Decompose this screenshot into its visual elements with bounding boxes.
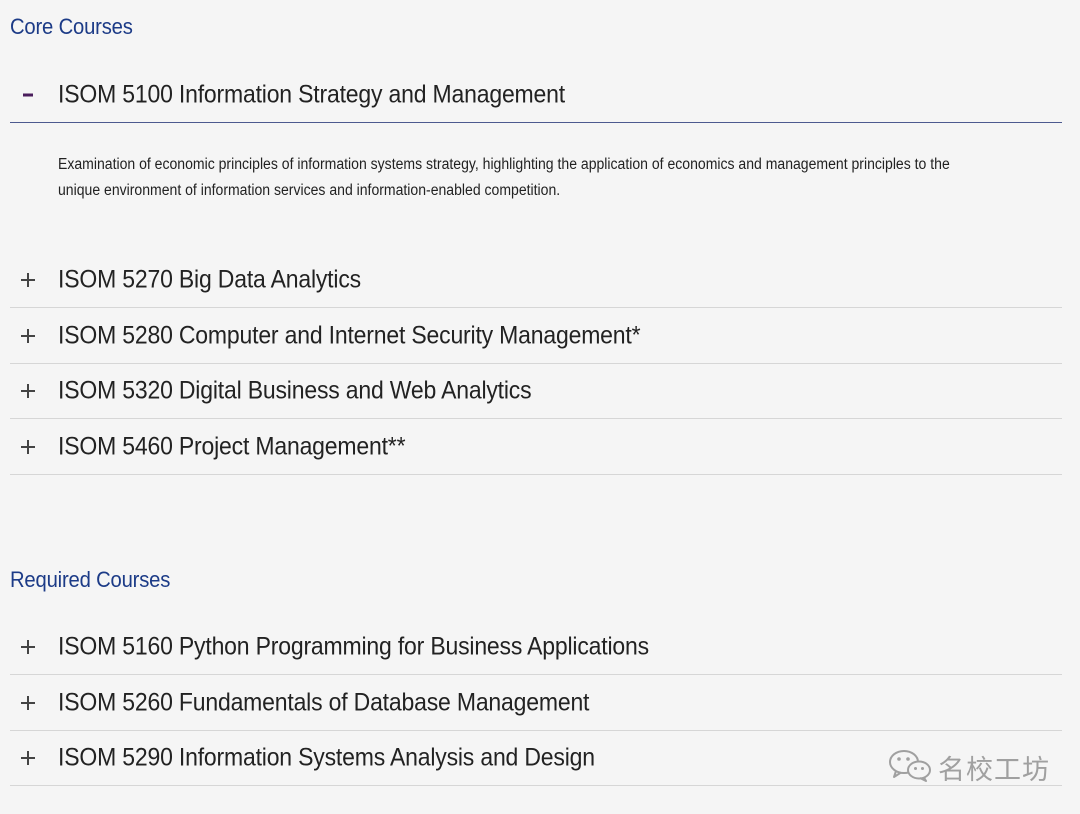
plus-icon[interactable] [19, 382, 37, 400]
core-courses-title: Core Courses [10, 14, 133, 39]
course-label: ISOM 5100 Information Strategy and Manag… [58, 80, 565, 109]
plus-icon[interactable] [19, 694, 37, 712]
course-label: ISOM 5160 Python Programming for Busines… [58, 632, 649, 661]
plus-icon[interactable] [19, 638, 37, 656]
plus-icon[interactable] [19, 327, 37, 345]
watermark-text: 名校工坊 [938, 754, 1050, 786]
course-label: ISOM 5280 Computer and Internet Security… [58, 321, 641, 350]
course-isom-5280[interactable]: ISOM 5280 Computer and Internet Security… [10, 309, 1062, 364]
course-isom-5100[interactable]: ISOM 5100 Information Strategy and Manag… [10, 68, 1062, 123]
course-label: ISOM 5270 Big Data Analytics [58, 265, 361, 294]
watermark: 名校工坊 [888, 748, 1050, 786]
course-isom-5460[interactable]: ISOM 5460 Project Management** [10, 420, 1062, 475]
course-label: ISOM 5320 Digital Business and Web Analy… [58, 376, 532, 405]
course-isom-5270[interactable]: ISOM 5270 Big Data Analytics [10, 253, 1062, 308]
course-isom-5260[interactable]: ISOM 5260 Fundamentals of Database Manag… [10, 676, 1062, 731]
wechat-icon [888, 748, 932, 787]
plus-icon[interactable] [19, 438, 37, 456]
required-courses-title: Required Courses [10, 567, 171, 592]
course-isom-5320[interactable]: ISOM 5320 Digital Business and Web Analy… [10, 364, 1062, 419]
course-label: ISOM 5290 Information Systems Analysis a… [58, 743, 595, 772]
course-label: ISOM 5460 Project Management** [58, 432, 406, 461]
minus-icon[interactable] [19, 86, 37, 104]
course-label: ISOM 5260 Fundamentals of Database Manag… [58, 688, 590, 717]
plus-icon[interactable] [19, 749, 37, 767]
plus-icon[interactable] [19, 271, 37, 289]
course-description: Examination of economic principles of in… [58, 156, 950, 199]
course-isom-5160[interactable]: ISOM 5160 Python Programming for Busines… [10, 620, 1062, 675]
